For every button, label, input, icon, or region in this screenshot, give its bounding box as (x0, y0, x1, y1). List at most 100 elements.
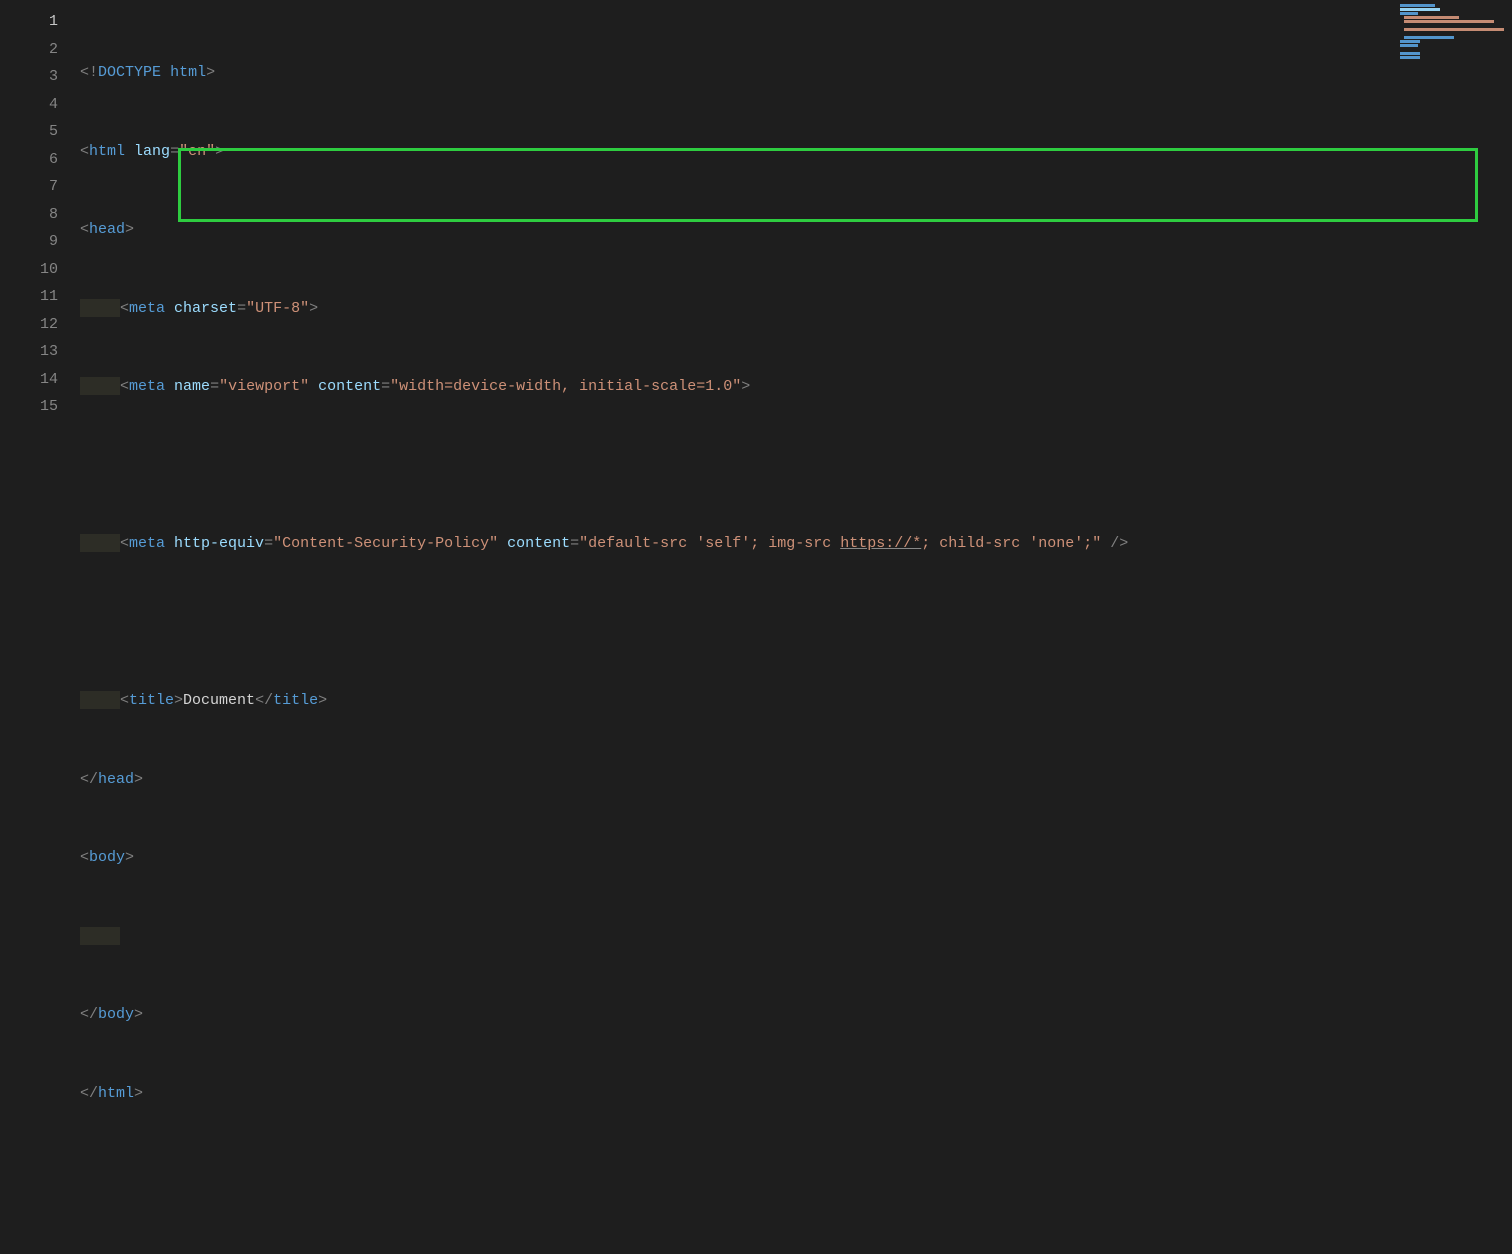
attr-value: "UTF-8" (246, 300, 309, 317)
line-number: 15 (0, 393, 58, 421)
punct: > (134, 771, 143, 788)
attr-name: name (174, 378, 210, 395)
line-number: 4 (0, 91, 58, 119)
minimap-line (1400, 44, 1418, 47)
minimap-line (1404, 36, 1454, 39)
line-number: 7 (0, 173, 58, 201)
attr-value: "Content-Security-Policy" (273, 535, 498, 552)
code-line[interactable]: <body> (80, 844, 1512, 872)
punct: < (120, 378, 129, 395)
code-line[interactable] (80, 609, 1512, 637)
punct: > (134, 1006, 143, 1023)
code-line[interactable] (80, 1158, 1512, 1186)
indent-guide (80, 377, 120, 395)
code-line[interactable]: <meta http-equiv="Content-Security-Polic… (80, 530, 1512, 558)
code-line[interactable]: </html> (80, 1080, 1512, 1108)
line-number: 8 (0, 201, 58, 229)
line-number: 14 (0, 366, 58, 394)
tag-name: meta (129, 300, 165, 317)
code-line[interactable]: <head> (80, 216, 1512, 244)
doctype-keyword: DOCTYPE (98, 64, 161, 81)
code-line[interactable] (80, 923, 1512, 951)
code-line[interactable]: <html lang="en"> (80, 138, 1512, 166)
punct: ! (89, 64, 98, 81)
line-number: 2 (0, 36, 58, 64)
minimap-line (1400, 40, 1420, 43)
tag-name: head (98, 771, 134, 788)
code-line[interactable]: </head> (80, 766, 1512, 794)
punct: = (210, 378, 219, 395)
line-number: 3 (0, 63, 58, 91)
indent-guide (80, 534, 120, 552)
punct: = (237, 300, 246, 317)
attr-value: ; child-src 'none';" (921, 535, 1101, 552)
attr-name: http-equiv (174, 535, 264, 552)
punct: > (174, 692, 183, 709)
punct: < (80, 143, 89, 160)
code-line[interactable]: <meta charset="UTF-8"> (80, 295, 1512, 323)
punct: < (120, 535, 129, 552)
punct: > (134, 1085, 143, 1102)
attr-name: content (318, 378, 381, 395)
indent-guide (80, 299, 120, 317)
tag-name: head (89, 221, 125, 238)
line-number: 5 (0, 118, 58, 146)
tag-name: title (273, 692, 318, 709)
minimap-line (1400, 52, 1420, 55)
punct: </ (80, 771, 98, 788)
minimap-line (1400, 56, 1420, 59)
tag-name: html (89, 143, 125, 160)
attr-value: "en" (179, 143, 215, 160)
tag-name: body (98, 1006, 134, 1023)
minimap-line (1400, 12, 1418, 15)
punct: = (570, 535, 579, 552)
minimap[interactable] (1398, 4, 1508, 64)
tag-name: meta (129, 535, 165, 552)
minimap-line (1404, 20, 1494, 23)
code-area[interactable]: <!DOCTYPE html> <html lang="en"> <head> … (80, 0, 1512, 698)
indent-guide (80, 927, 120, 945)
attr-name: content (507, 535, 570, 552)
punct: > (125, 221, 134, 238)
line-number: 11 (0, 283, 58, 311)
punct: </ (80, 1006, 98, 1023)
tag-name: title (129, 692, 174, 709)
punct: > (318, 692, 327, 709)
punct: < (120, 692, 129, 709)
code-line[interactable]: <title>Document</title> (80, 687, 1512, 715)
punct: > (215, 143, 224, 160)
url-link[interactable]: https://* (840, 535, 921, 552)
line-number: 6 (0, 146, 58, 174)
punct: > (309, 300, 318, 317)
punct: </ (80, 1085, 98, 1102)
punct: = (381, 378, 390, 395)
code-line[interactable]: <!DOCTYPE html> (80, 59, 1512, 87)
punct: = (264, 535, 273, 552)
text-content: Document (183, 692, 255, 709)
punct: < (120, 300, 129, 317)
line-number-gutter: 1 2 3 4 5 6 7 8 9 10 11 12 13 14 15 (0, 0, 80, 698)
indent-guide (80, 691, 120, 709)
doctype-html: html (170, 64, 206, 81)
attr-name: lang (134, 143, 170, 160)
line-number: 1 (0, 8, 58, 36)
attr-value: "viewport" (219, 378, 309, 395)
code-line[interactable] (80, 452, 1512, 480)
punct: </ (255, 692, 273, 709)
minimap-line (1404, 16, 1459, 19)
punct: < (80, 64, 89, 81)
punct: < (80, 849, 89, 866)
punct: < (80, 221, 89, 238)
punct: > (741, 378, 750, 395)
line-number: 10 (0, 256, 58, 284)
tag-name: body (89, 849, 125, 866)
code-line[interactable]: </body> (80, 1001, 1512, 1029)
code-editor[interactable]: 1 2 3 4 5 6 7 8 9 10 11 12 13 14 15 <!DO… (0, 0, 1512, 698)
tag-name: meta (129, 378, 165, 395)
tag-name: html (98, 1085, 134, 1102)
attr-value: "width=device-width, initial-scale=1.0" (390, 378, 741, 395)
line-number: 12 (0, 311, 58, 339)
code-line[interactable]: <meta name="viewport" content="width=dev… (80, 373, 1512, 401)
attr-name: charset (174, 300, 237, 317)
line-number: 9 (0, 228, 58, 256)
